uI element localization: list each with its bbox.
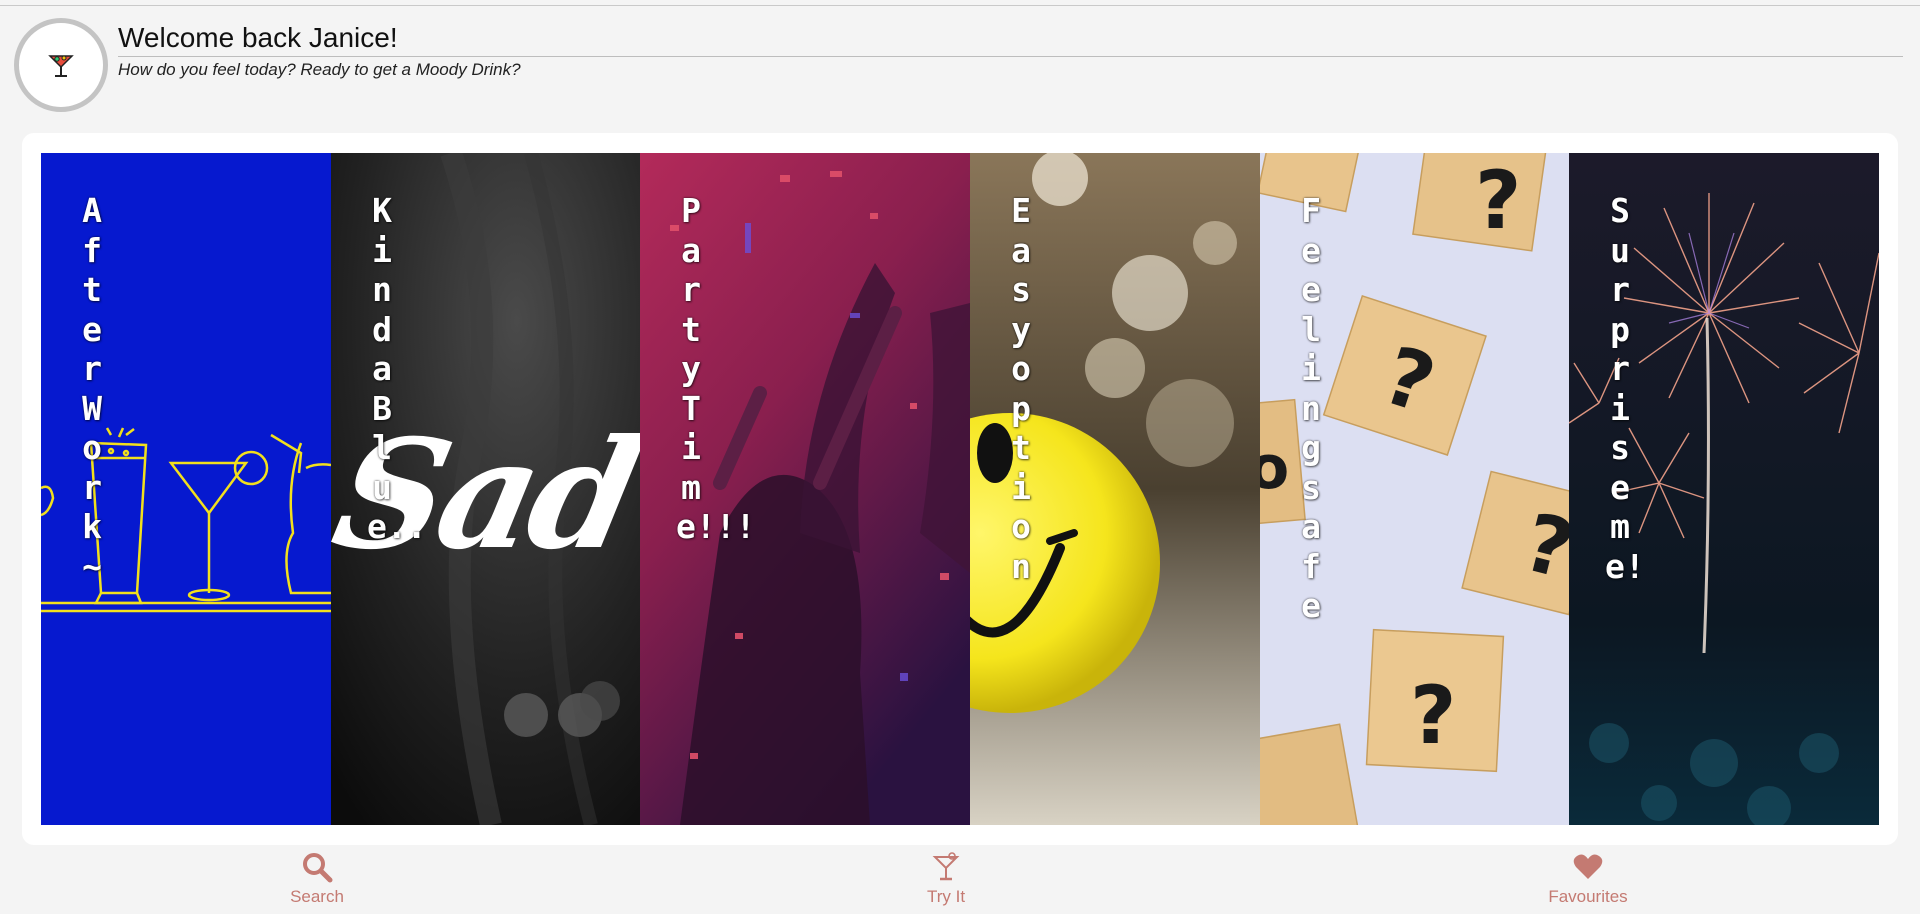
mood-panel-feeling-safe[interactable]: ? ? ? ? o Feeling safe: [1260, 153, 1569, 825]
mood-label-after-work: After Work~: [82, 191, 102, 586]
heart-icon: [1573, 854, 1603, 879]
avatar[interactable]: [14, 18, 108, 112]
svg-text:?: ?: [1475, 154, 1521, 247]
nav-search-label: Search: [290, 887, 344, 906]
mood-panel-party-time[interactable]: Party Time!!!: [640, 153, 970, 825]
svg-text:o: o: [1260, 433, 1289, 503]
nav-try-it-label: Try It: [926, 887, 966, 906]
mood-panel-easy-option[interactable]: Easy option: [970, 153, 1260, 825]
mood-label-kinda-blue: Kinda Blue..: [367, 191, 427, 546]
header: Welcome back Janice! How do you feel tod…: [0, 6, 1920, 112]
cocktail-logo-icon: [48, 55, 74, 77]
mood-label-feeling-safe: Feeling safe: [1301, 191, 1321, 625]
search-icon: [303, 853, 333, 883]
welcome-subtitle: How do you feel today? Ready to get a Mo…: [118, 60, 521, 79]
mood-label-party-time: Party Time!!!: [676, 191, 755, 546]
mood-panel-surprise-me[interactable]: Surprise me!: [1569, 153, 1879, 825]
nav-search[interactable]: Search: [247, 851, 387, 911]
bottom-nav: Search Try It Favourites: [0, 845, 1920, 914]
cocktail-icon: [932, 852, 960, 881]
mood-panel-after-work[interactable]: After Work~: [41, 153, 331, 825]
mood-panel-kinda-blue[interactable]: Sad Kinda Blue..: [331, 153, 640, 825]
nav-favourites-label: Favourites: [1548, 887, 1628, 906]
nav-try-it[interactable]: Try It: [876, 851, 1016, 911]
mood-label-easy-option: Easy option: [1011, 191, 1031, 586]
nav-favourites[interactable]: Favourites: [1518, 851, 1658, 911]
mood-label-surprise-me: Surprise me!: [1605, 191, 1645, 586]
welcome-title: Welcome back Janice!: [118, 22, 1903, 57]
mood-strip: After Work~ Sad Kinda Blue.. Party Time!…: [41, 153, 1879, 825]
svg-text:?: ?: [1410, 669, 1456, 762]
